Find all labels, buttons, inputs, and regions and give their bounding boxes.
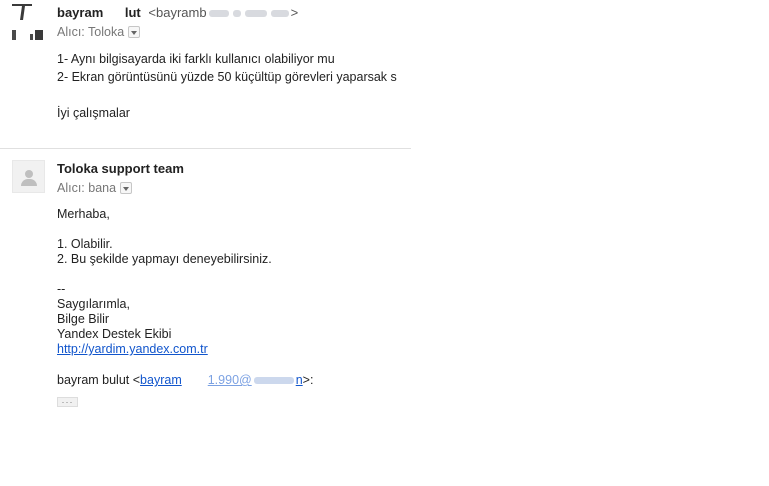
message-1: bayram lut <bayramb > Alıcı: Toloka 1- Ay…: [0, 0, 412, 149]
sender-email: <bayramb >: [148, 5, 299, 20]
message-2-sender[interactable]: Toloka support team: [57, 161, 184, 177]
message-1-sender[interactable]: bayram lut <bayramb >: [57, 5, 298, 21]
person-icon: [25, 170, 33, 178]
redaction: [244, 10, 267, 18]
email-thread: bayram lut <bayramb > Alıcı: Toloka 1- Ay…: [0, 0, 769, 486]
signature-separator: --: [57, 282, 66, 296]
answer-line: 1. Olabilir.: [57, 237, 113, 251]
signature-team: Yandex Destek Ekibi: [57, 327, 172, 341]
sender-name[interactable]: bayram: [57, 5, 103, 20]
message-1-recipients: Alıcı: Toloka: [57, 24, 141, 40]
redaction: [270, 10, 289, 18]
signature-link-row: http://yardim.yandex.com.tr: [57, 341, 208, 357]
redaction: [208, 10, 229, 18]
redaction: [232, 10, 241, 18]
quoted-email-link[interactable]: bayram 1.990@ n: [140, 373, 303, 387]
greeting: Merhaba,: [57, 207, 110, 221]
signature-name: Bilge Bilir: [57, 312, 110, 326]
redaction: [108, 10, 123, 18]
sender-name-fragment: lut: [124, 5, 141, 20]
sender-avatar-placeholder[interactable]: [12, 160, 45, 193]
show-details-dropdown-icon[interactable]: [120, 182, 133, 194]
message-1-body-line: İyi çalışmalar: [57, 106, 130, 120]
sender-avatar[interactable]: [12, 4, 46, 40]
message-2-recipients: Alıcı: bana: [57, 180, 133, 196]
message-1-body-line: 1- Aynı bilgisayarda iki farklı kullanıc…: [57, 52, 335, 66]
quoted-header: bayram bulut <bayram 1.990@ n>:: [57, 373, 314, 387]
message-1-body-line: 2- Ekran görüntüsünü yüzde 50 küçültüp g…: [57, 70, 397, 84]
support-link[interactable]: http://yardim.yandex.com.tr: [57, 342, 208, 356]
show-trimmed-content-button[interactable]: ···: [57, 397, 78, 407]
recipient-label: Alıcı: bana: [57, 181, 117, 195]
signature-closing: Saygılarımla,: [57, 297, 130, 311]
message-divider: [0, 148, 411, 149]
recipient-label: Alıcı: Toloka: [57, 25, 125, 39]
show-details-dropdown-icon[interactable]: [128, 26, 141, 38]
answer-line: 2. Bu şekilde yapmayı deneyebilirsiniz.: [57, 252, 272, 266]
